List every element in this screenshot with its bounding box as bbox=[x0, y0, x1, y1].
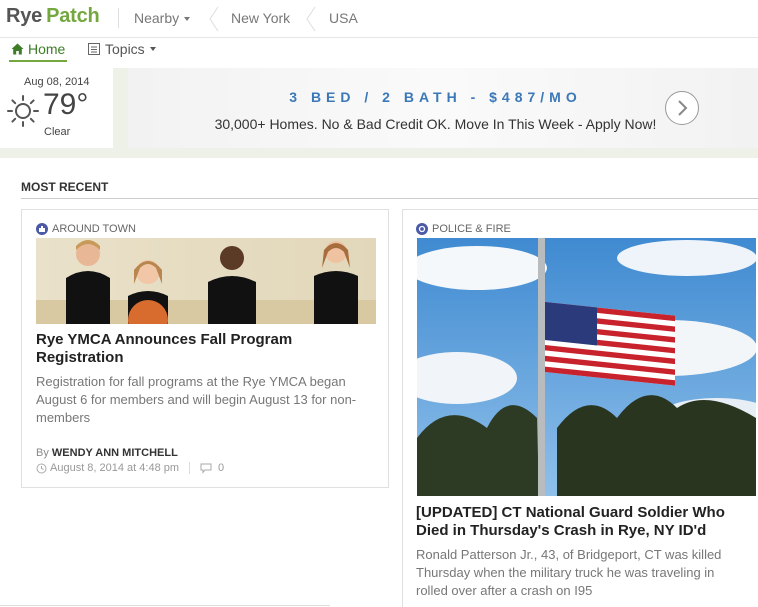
section-divider bbox=[21, 198, 758, 199]
article-category[interactable]: POLICE & FIRE bbox=[416, 223, 511, 235]
section-title: MOST RECENT bbox=[21, 180, 109, 194]
weather-temperature: 79° bbox=[43, 88, 89, 121]
caret-down-icon bbox=[149, 47, 156, 51]
article-title[interactable]: [UPDATED] CT National Guard Soldier Who … bbox=[416, 504, 746, 540]
article-author[interactable]: WENDY ANN MITCHELL bbox=[52, 447, 178, 459]
comment-icon[interactable] bbox=[200, 463, 212, 474]
caret-down-icon bbox=[184, 17, 191, 22]
article-image[interactable] bbox=[36, 238, 376, 324]
sub-nav: Home Topics bbox=[0, 37, 758, 62]
article-title[interactable]: Rye YMCA Announces Fall Program Registra… bbox=[36, 331, 336, 367]
byline-by: By bbox=[36, 447, 49, 459]
logo-text-rye: Rye bbox=[6, 5, 43, 27]
divider bbox=[0, 605, 330, 606]
nearby-label: Nearby bbox=[134, 10, 180, 26]
article-image[interactable] bbox=[417, 238, 756, 496]
article-summary: Registration for fall programs at the Ry… bbox=[36, 374, 357, 425]
tab-topics-label: Topics bbox=[105, 41, 145, 57]
article-category-label: AROUND TOWN bbox=[52, 223, 136, 235]
home-icon bbox=[11, 43, 24, 55]
breadcrumb-chevron-icon bbox=[209, 6, 219, 32]
clock-icon bbox=[36, 463, 47, 473]
tab-home-label: Home bbox=[28, 41, 66, 57]
comment-count[interactable]: 0 bbox=[218, 462, 224, 474]
ad-headline: 3 BED / 2 BATH - $487/MO bbox=[289, 89, 582, 105]
logo-text-patch: Patch bbox=[46, 5, 100, 27]
divider bbox=[118, 8, 119, 28]
tab-topics[interactable]: Topics bbox=[88, 38, 156, 60]
weather-date: Aug 08, 2014 bbox=[24, 76, 90, 88]
article-meta: August 8, 2014 at 4:48 pm 0 bbox=[36, 462, 224, 474]
town-icon bbox=[36, 223, 48, 235]
chevron-right-icon bbox=[678, 100, 688, 116]
divider bbox=[189, 462, 191, 474]
article-date: August 8, 2014 at 4:48 pm bbox=[50, 462, 180, 474]
article-card[interactable]: AROUND TOWN Rye YMCA Announces Fall Prog… bbox=[21, 209, 389, 488]
police-icon bbox=[416, 223, 428, 235]
site-logo[interactable]: Rye Patch bbox=[6, 5, 100, 28]
breadcrumb-usa[interactable]: USA bbox=[329, 10, 358, 26]
article-category[interactable]: AROUND TOWN bbox=[36, 223, 136, 235]
ad-banner[interactable]: 3 BED / 2 BATH - $487/MO 30,000+ Homes. … bbox=[128, 68, 758, 148]
article-category-label: POLICE & FIRE bbox=[432, 223, 511, 235]
topics-icon bbox=[88, 43, 100, 55]
ad-body: 30,000+ Homes. No & Bad Credit OK. Move … bbox=[214, 116, 657, 132]
weather-condition: Clear bbox=[44, 126, 71, 138]
sun-icon bbox=[7, 95, 39, 127]
weather-widget[interactable]: Aug 08, 2014 79° Clear bbox=[0, 68, 113, 148]
article-byline: By WENDY ANN MITCHELL bbox=[36, 447, 178, 459]
breadcrumb-new-york[interactable]: New York bbox=[231, 10, 290, 26]
breadcrumb-chevron-icon bbox=[306, 6, 316, 32]
tab-home[interactable]: Home bbox=[9, 38, 68, 62]
top-bar: Rye Patch Nearby New York USA bbox=[0, 0, 758, 38]
nearby-dropdown[interactable]: Nearby bbox=[134, 10, 191, 26]
article-card[interactable]: POLICE & FIRE [UPDATED] CT National Guar… bbox=[402, 209, 758, 607]
article-summary: Ronald Patterson Jr., 43, of Bridgeport,… bbox=[416, 547, 722, 598]
ad-arrow-button[interactable] bbox=[665, 91, 699, 125]
